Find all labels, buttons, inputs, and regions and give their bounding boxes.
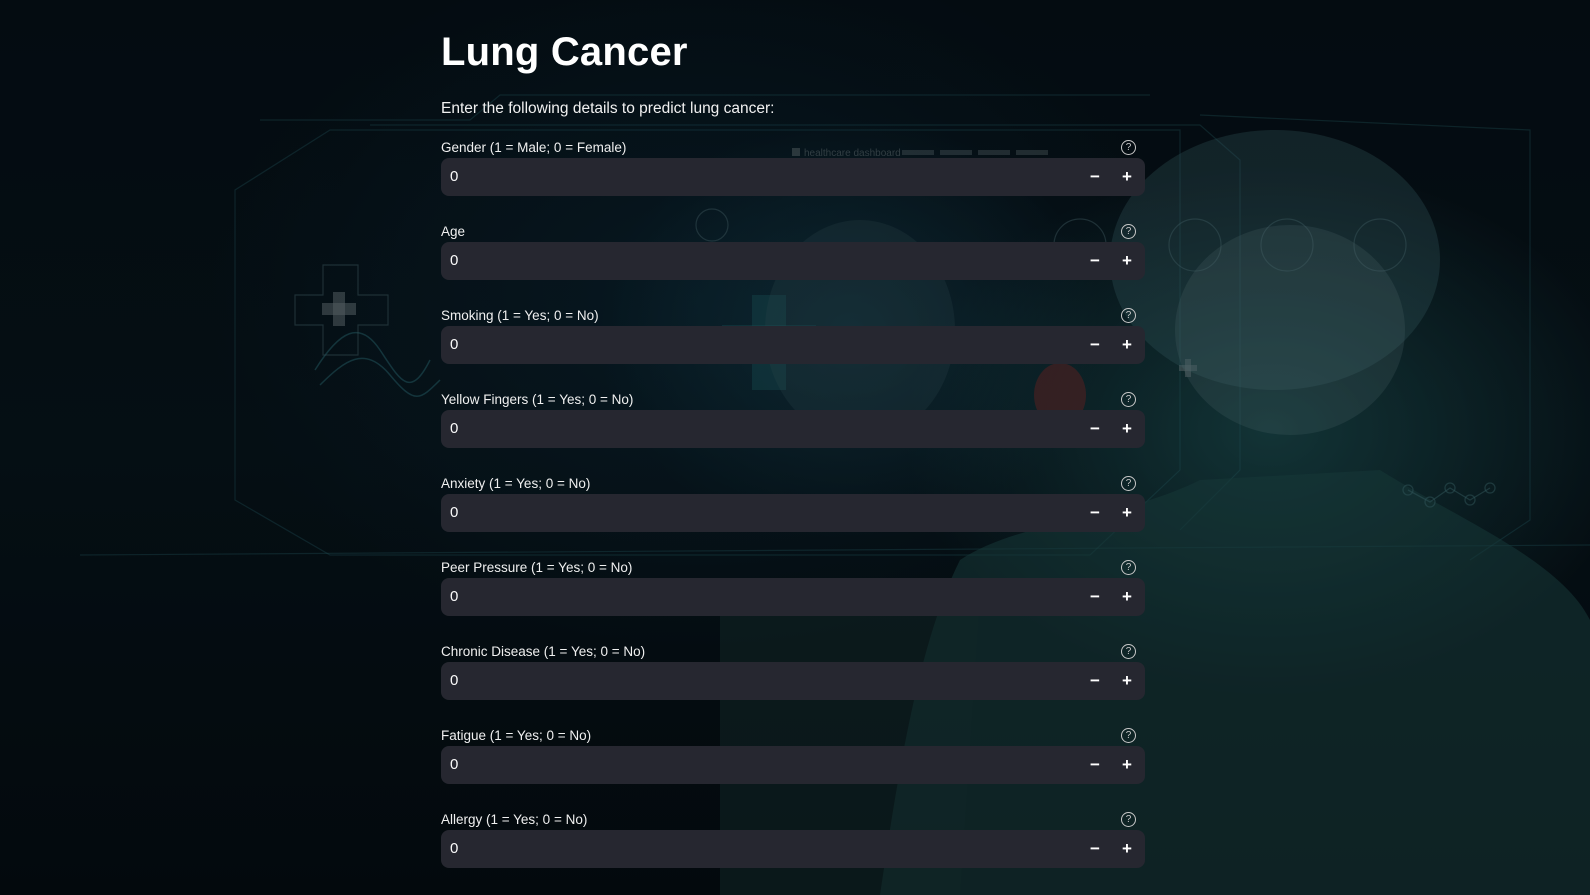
input-value[interactable]: 0	[450, 662, 458, 700]
help-icon[interactable]: ?	[1121, 728, 1136, 743]
input-value[interactable]: 0	[450, 578, 458, 616]
decrement-button[interactable]: −	[1079, 578, 1111, 616]
increment-button[interactable]: +	[1111, 158, 1143, 196]
field-label: Fatigue (1 = Yes; 0 = No)	[441, 728, 592, 743]
input-value[interactable]: 0	[450, 242, 458, 280]
field-yellow-fingers: Yellow Fingers (1 = Yes; 0 = No) ? 0 − +	[441, 392, 1145, 472]
help-icon[interactable]: ?	[1121, 392, 1136, 407]
decrement-button[interactable]: −	[1079, 662, 1111, 700]
anxiety-number-input[interactable]: 0 − +	[441, 494, 1145, 532]
increment-button[interactable]: +	[1111, 242, 1143, 280]
field-anxiety: Anxiety (1 = Yes; 0 = No) ? 0 − +	[441, 476, 1145, 556]
field-gender: Gender (1 = Male; 0 = Female) ? 0 − +	[441, 140, 1145, 220]
decrement-button[interactable]: −	[1079, 158, 1111, 196]
age-number-input[interactable]: 0 − +	[441, 242, 1145, 280]
input-value[interactable]: 0	[450, 326, 458, 364]
field-label: Gender (1 = Male; 0 = Female)	[441, 140, 627, 155]
field-smoking: Smoking (1 = Yes; 0 = No) ? 0 − +	[441, 308, 1145, 388]
help-icon[interactable]: ?	[1121, 140, 1136, 155]
field-label: Peer Pressure (1 = Yes; 0 = No)	[441, 560, 633, 575]
yellow-fingers-number-input[interactable]: 0 − +	[441, 410, 1145, 448]
page-subtitle: Enter the following details to predict l…	[441, 100, 775, 117]
decrement-button[interactable]: −	[1079, 326, 1111, 364]
help-icon[interactable]: ?	[1121, 476, 1136, 491]
input-value[interactable]: 0	[450, 746, 458, 784]
field-peer-pressure: Peer Pressure (1 = Yes; 0 = No) ? 0 − +	[441, 560, 1145, 640]
field-label: Yellow Fingers (1 = Yes; 0 = No)	[441, 392, 634, 407]
field-label: Smoking (1 = Yes; 0 = No)	[441, 308, 599, 323]
decrement-button[interactable]: −	[1079, 494, 1111, 532]
increment-button[interactable]: +	[1111, 578, 1143, 616]
help-icon[interactable]: ?	[1121, 308, 1136, 323]
decrement-button[interactable]: −	[1079, 242, 1111, 280]
field-label: Allergy (1 = Yes; 0 = No)	[441, 812, 588, 827]
fatigue-number-input[interactable]: 0 − +	[441, 746, 1145, 784]
increment-button[interactable]: +	[1111, 746, 1143, 784]
field-chronic-disease: Chronic Disease (1 = Yes; 0 = No) ? 0 − …	[441, 644, 1145, 724]
increment-button[interactable]: +	[1111, 662, 1143, 700]
field-label: Anxiety (1 = Yes; 0 = No)	[441, 476, 591, 491]
help-icon[interactable]: ?	[1121, 224, 1136, 239]
field-label: Chronic Disease (1 = Yes; 0 = No)	[441, 644, 646, 659]
chronic-disease-number-input[interactable]: 0 − +	[441, 662, 1145, 700]
peer-pressure-number-input[interactable]: 0 − +	[441, 578, 1145, 616]
input-value[interactable]: 0	[450, 410, 458, 448]
field-age: Age ? 0 − +	[441, 224, 1145, 304]
help-icon[interactable]: ?	[1121, 644, 1136, 659]
input-value[interactable]: 0	[450, 494, 458, 532]
increment-button[interactable]: +	[1111, 494, 1143, 532]
increment-button[interactable]: +	[1111, 410, 1143, 448]
input-value[interactable]: 0	[450, 830, 458, 868]
help-icon[interactable]: ?	[1121, 812, 1136, 827]
field-fatigue: Fatigue (1 = Yes; 0 = No) ? 0 − +	[441, 728, 1145, 808]
field-allergy: Allergy (1 = Yes; 0 = No) ? 0 − +	[441, 812, 1145, 892]
decrement-button[interactable]: −	[1079, 410, 1111, 448]
field-label: Age	[441, 224, 466, 239]
help-icon[interactable]: ?	[1121, 560, 1136, 575]
increment-button[interactable]: +	[1111, 326, 1143, 364]
page-title: Lung Cancer	[441, 30, 688, 74]
gender-number-input[interactable]: 0 − +	[441, 158, 1145, 196]
input-value[interactable]: 0	[450, 158, 458, 196]
decrement-button[interactable]: −	[1079, 746, 1111, 784]
increment-button[interactable]: +	[1111, 830, 1143, 868]
smoking-number-input[interactable]: 0 − +	[441, 326, 1145, 364]
allergy-number-input[interactable]: 0 − +	[441, 830, 1145, 868]
decrement-button[interactable]: −	[1079, 830, 1111, 868]
